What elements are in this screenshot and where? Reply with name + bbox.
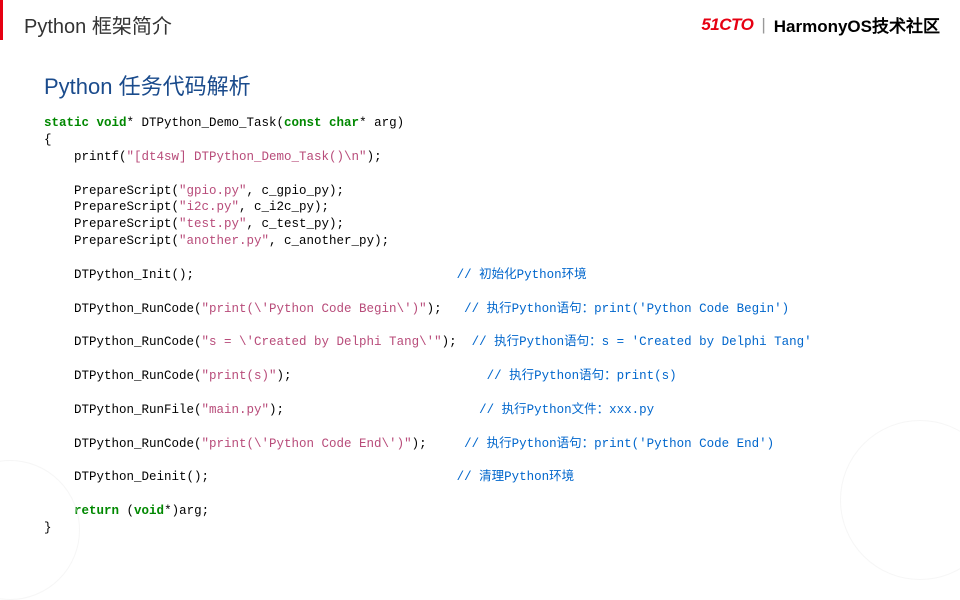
brand-divider: | [761, 15, 765, 35]
kw-void-cast: void [134, 504, 164, 518]
l3b: "i2c.py" [179, 200, 239, 214]
l8d: // 执行Python语句：s = 'Created by Delphi Tan… [472, 335, 812, 349]
content: Python 任务代码解析 static void* DTPython_Demo… [0, 51, 960, 537]
l11a: DTPython_RunCode( [44, 437, 202, 451]
page-title: Python 框架简介 [24, 16, 172, 38]
l10a: DTPython_RunFile( [44, 403, 202, 417]
pad10 [284, 403, 472, 417]
pad9 [292, 369, 487, 383]
kw-return: return [74, 504, 119, 518]
l11b: "print(\'Python Code End\')" [202, 437, 412, 451]
l5c: , c_another_py); [269, 234, 389, 248]
l5a: PrepareScript( [44, 234, 179, 248]
brand-harmony: HarmonyOS技术社区 [774, 12, 940, 37]
breadcrumb-title: Python 框架简介 [20, 10, 172, 39]
l2b: "gpio.py" [179, 184, 247, 198]
l8a: DTPython_RunCode( [44, 335, 202, 349]
kw-const-char: const char [284, 116, 359, 130]
l7d: // 执行Python语句：print('Python Code Begin') [464, 302, 789, 316]
l1c: ); [367, 150, 382, 164]
section-title: Python 任务代码解析 [44, 69, 916, 101]
l10b: "main.py" [202, 403, 270, 417]
l4b: "test.py" [179, 217, 247, 231]
l1b: "[dt4sw] DTPython_Demo_Task()\n" [127, 150, 367, 164]
l4c: , c_test_py); [247, 217, 345, 231]
header: Python 框架简介 51CTO | HarmonyOS技术社区 [0, 0, 960, 51]
l10c: ); [269, 403, 284, 417]
l10d: // 执行Python文件：xxx.py [472, 403, 655, 417]
l8b: "s = \'Created by Delphi Tang\'" [202, 335, 442, 349]
l13c: ( [119, 504, 134, 518]
l2a: PrepareScript( [44, 184, 179, 198]
l7b: "print(\'Python Code Begin\')" [202, 302, 427, 316]
l12a: DTPython_Deinit(); [44, 470, 209, 484]
brand-51cto: 51CTO [701, 15, 753, 35]
l1a: printf( [44, 150, 127, 164]
l7a: DTPython_RunCode( [44, 302, 202, 316]
code-block: static void* DTPython_Demo_Task(const ch… [44, 115, 916, 537]
red-accent-bar [0, 0, 3, 40]
sig-p2: * DTPython_Demo_Task( [127, 116, 285, 130]
l9c: ); [277, 369, 292, 383]
l7c: ); [427, 302, 442, 316]
l11c: ); [412, 437, 427, 451]
brand-area: 51CTO | HarmonyOS技术社区 [701, 12, 940, 37]
open-brace: { [44, 133, 52, 147]
l9b: "print(s)" [202, 369, 277, 383]
l9a: DTPython_RunCode( [44, 369, 202, 383]
l3a: PrepareScript( [44, 200, 179, 214]
pad6 [194, 268, 457, 282]
kw-static-void: static void [44, 116, 127, 130]
l12d: // 清理Python环境 [457, 470, 575, 484]
l4a: PrepareScript( [44, 217, 179, 231]
l5b: "another.py" [179, 234, 269, 248]
l9d: // 执行Python语句：print(s) [487, 369, 677, 383]
pad11 [427, 437, 465, 451]
l8c: ); [442, 335, 457, 349]
sig-p4: * arg) [359, 116, 404, 130]
pad7 [442, 302, 465, 316]
l3c: , c_i2c_py); [239, 200, 329, 214]
l6c: // 初始化Python环境 [457, 268, 587, 282]
l13e: *)arg; [164, 504, 209, 518]
pad12 [209, 470, 457, 484]
l2c: , c_gpio_py); [247, 184, 345, 198]
pad8 [457, 335, 472, 349]
l6a: DTPython_Init(); [44, 268, 194, 282]
l11d: // 执行Python语句：print('Python Code End') [464, 437, 774, 451]
